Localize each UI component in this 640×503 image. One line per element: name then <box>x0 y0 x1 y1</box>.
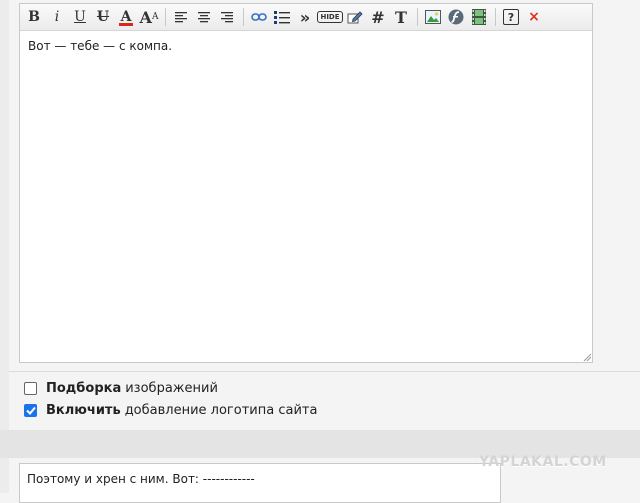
font-size-sup: A <box>151 12 159 22</box>
image-selection-checkbox[interactable] <box>24 382 37 395</box>
flash-icon <box>448 9 464 25</box>
image-icon <box>425 10 441 24</box>
option-bold-label: Подборка <box>46 381 122 396</box>
flash-button[interactable] <box>445 6 467 28</box>
close-button[interactable]: × <box>523 6 545 28</box>
toolbar-separator <box>243 8 244 26</box>
list-icon <box>274 11 290 24</box>
align-center-button[interactable] <box>193 6 215 28</box>
toolbar-separator <box>495 8 496 26</box>
link-button[interactable] <box>248 6 270 28</box>
underline-button[interactable]: U <box>69 6 91 28</box>
font-button[interactable]: T <box>390 6 412 28</box>
hashtag-button[interactable]: # <box>367 6 389 28</box>
option-site-logo[interactable]: Включить добавление логотипа сайта <box>24 403 317 418</box>
film-icon <box>472 9 486 25</box>
reply-preview[interactable]: Поэтому и хрен с ним. Вот: ------------ <box>19 463 501 503</box>
divider <box>9 371 640 372</box>
option-image-selection[interactable]: Подборка изображений <box>24 381 218 396</box>
message-editor[interactable]: B i U U A AA » HIDE # T ? × Вот — тебе —… <box>19 3 593 363</box>
pencil-icon <box>347 11 363 24</box>
font-size-label: A <box>139 7 152 27</box>
font-size-button[interactable]: AA <box>138 6 160 28</box>
strikethrough-button[interactable]: U <box>92 6 114 28</box>
image-button[interactable] <box>422 6 444 28</box>
video-button[interactable] <box>468 6 490 28</box>
edit-button[interactable] <box>344 6 366 28</box>
option-label: изображений <box>125 381 218 396</box>
color-bar-icon <box>119 23 133 26</box>
option-label: добавление логотипа сайта <box>124 403 318 418</box>
toolbar-separator <box>165 8 166 26</box>
link-icon <box>251 13 267 21</box>
italic-button[interactable]: i <box>46 6 68 28</box>
site-logo-checkbox[interactable] <box>24 404 37 417</box>
quote-button[interactable]: » <box>294 6 316 28</box>
hide-icon: HIDE <box>317 11 343 23</box>
help-icon: ? <box>503 9 519 25</box>
text-color-button[interactable]: A <box>115 6 137 28</box>
align-right-icon <box>221 11 233 22</box>
editor-content[interactable]: Вот — тебе — с компа. <box>28 39 172 53</box>
hide-button[interactable]: HIDE <box>317 6 343 28</box>
align-center-icon <box>198 11 210 22</box>
site-watermark: YAPLAKAL.COM <box>479 454 607 470</box>
help-button[interactable]: ? <box>500 6 522 28</box>
reply-content: Поэтому и хрен с ним. Вот: ------------ <box>27 472 255 486</box>
align-left-icon <box>175 11 187 22</box>
editor-toolbar: B i U U A AA » HIDE # T ? × <box>20 4 592 31</box>
align-left-button[interactable] <box>170 6 192 28</box>
resize-grip-icon[interactable] <box>583 353 591 361</box>
bold-button[interactable]: B <box>23 6 45 28</box>
option-bold-label: Включить <box>46 403 121 418</box>
align-right-button[interactable] <box>216 6 238 28</box>
toolbar-separator <box>417 8 418 26</box>
left-strip <box>0 0 9 493</box>
list-button[interactable] <box>271 6 293 28</box>
checkmark-icon <box>25 406 36 415</box>
